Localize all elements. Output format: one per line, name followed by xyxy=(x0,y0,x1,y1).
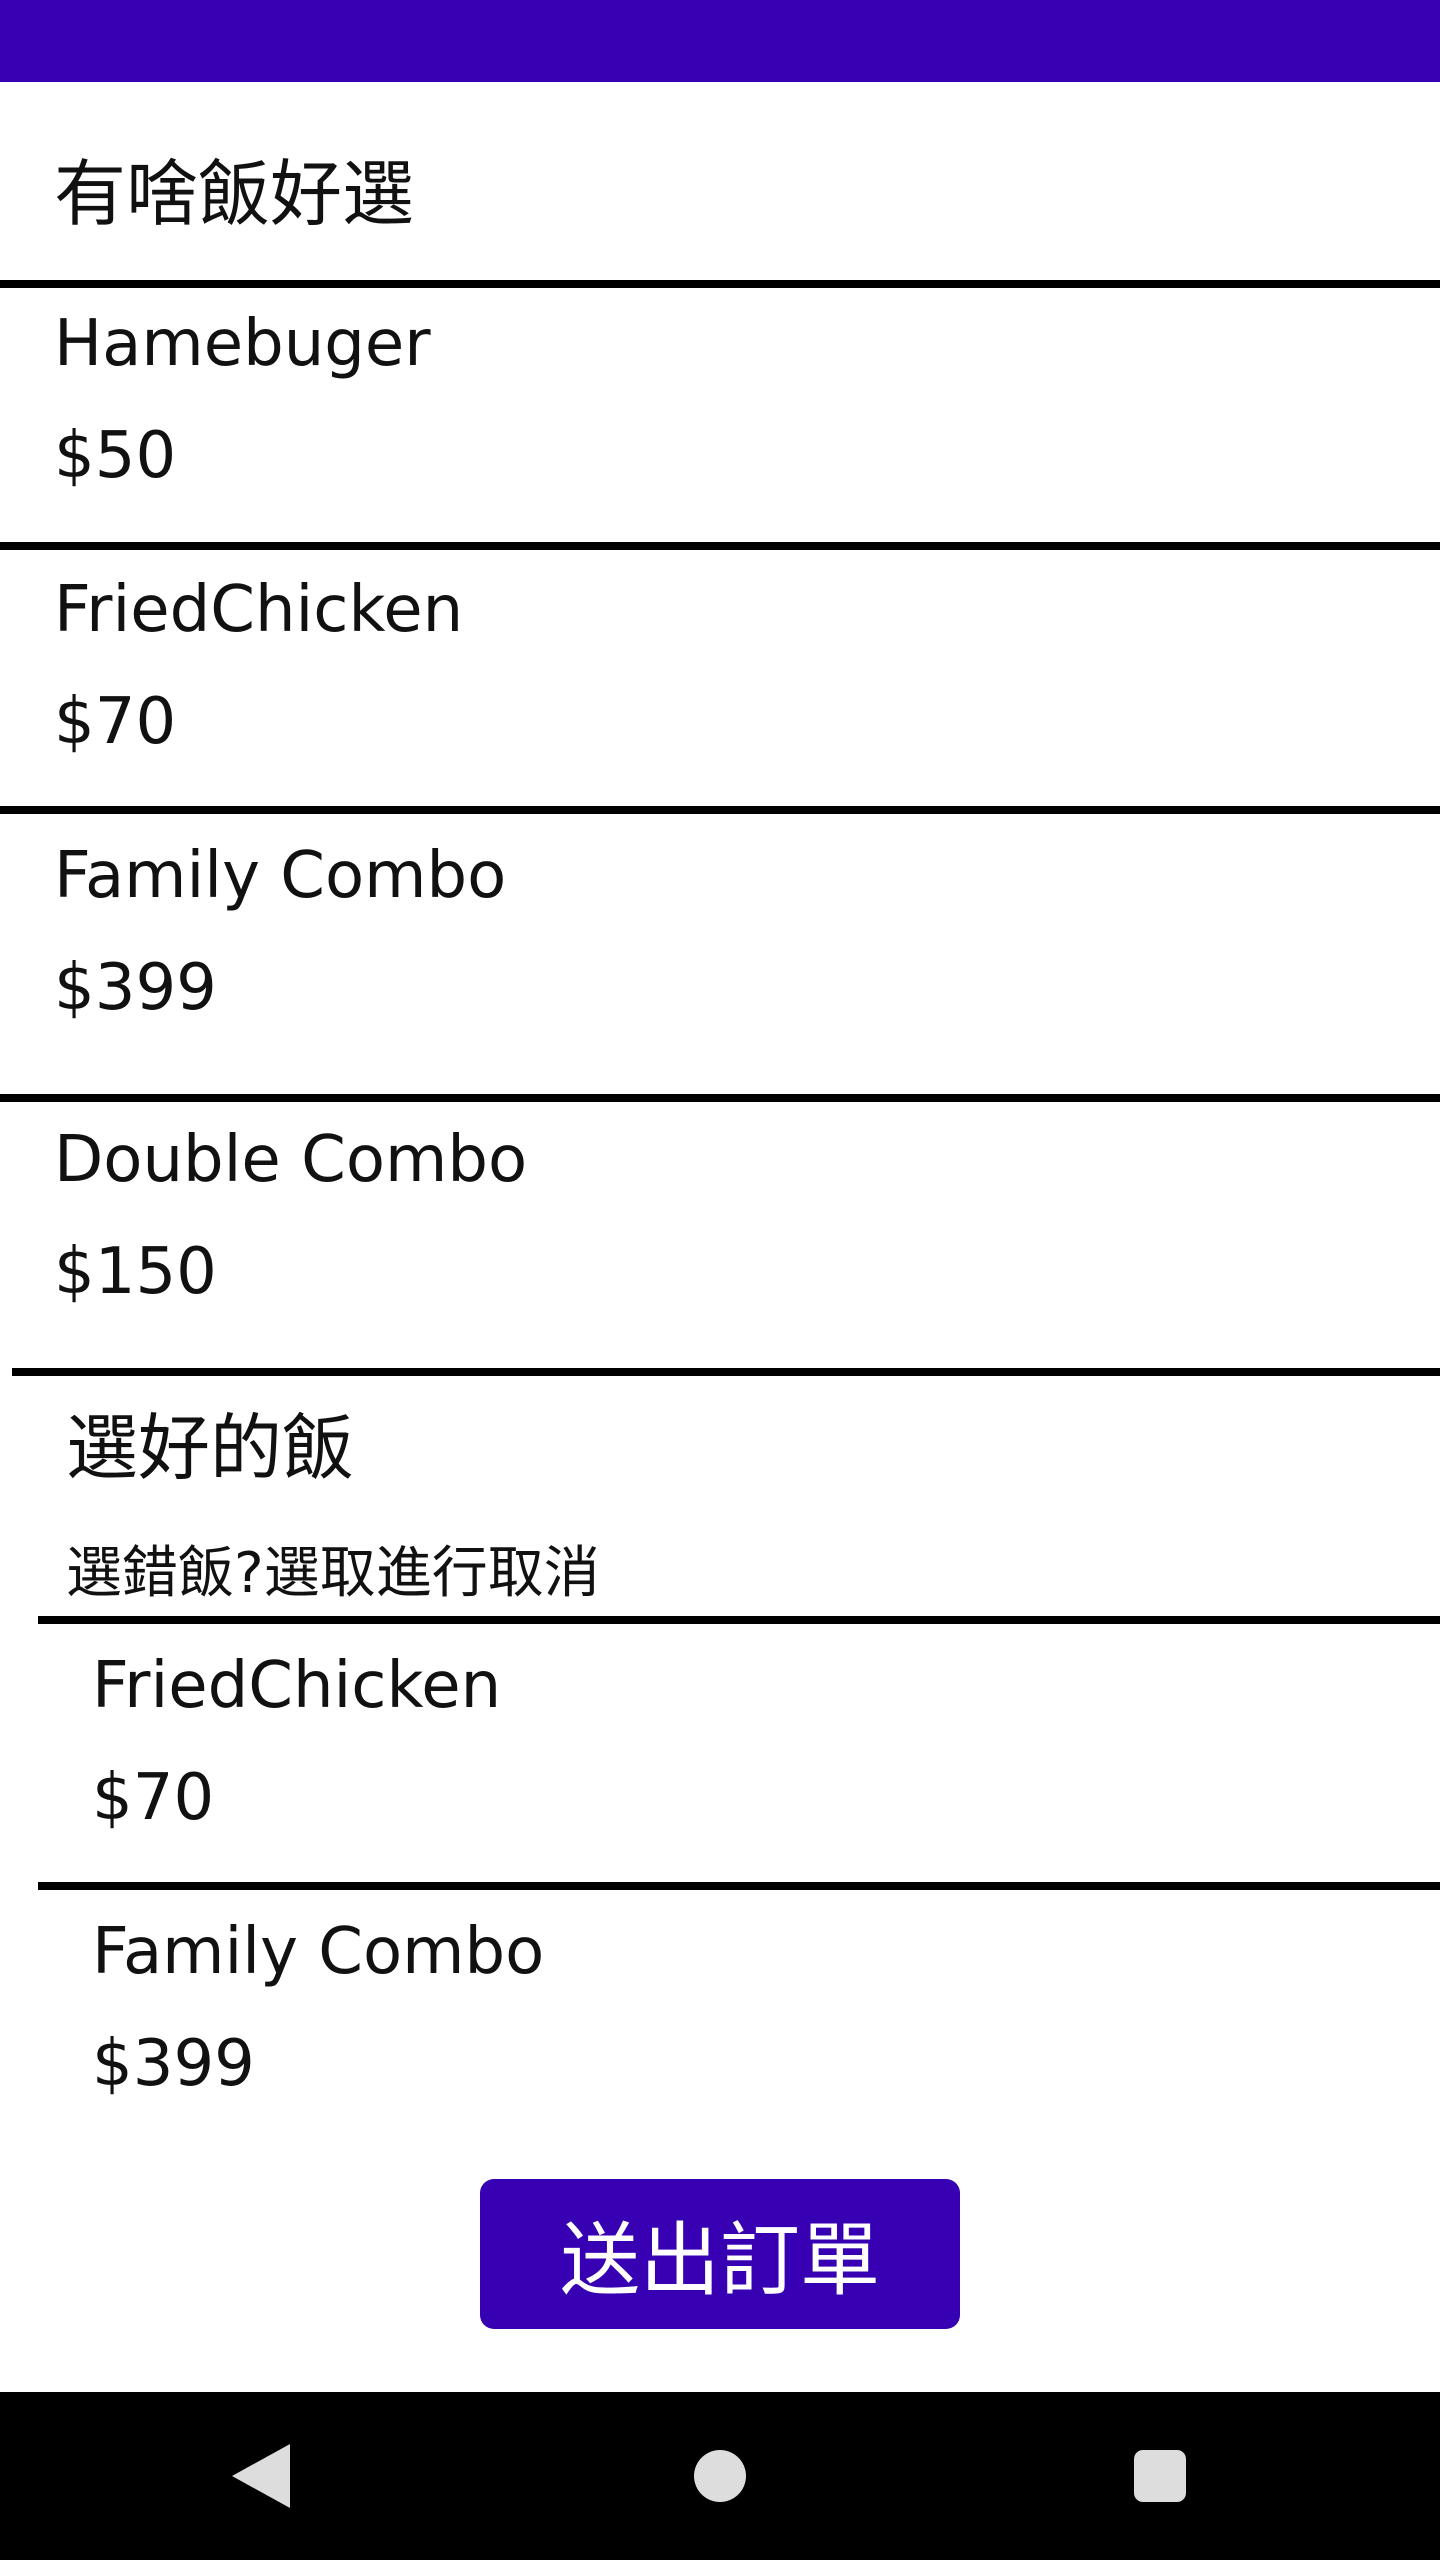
home-circle-icon xyxy=(694,2450,746,2502)
menu-item-price: $399 xyxy=(54,951,217,1025)
status-bar xyxy=(0,0,1440,82)
menu-item-name: Hamebuger xyxy=(54,307,431,381)
divider xyxy=(38,1882,1440,1890)
menu-item-name: Family Combo xyxy=(54,839,507,913)
menu-item-price: $50 xyxy=(54,419,177,493)
back-triangle-icon xyxy=(232,2444,290,2508)
selected-item-family-combo[interactable]: Family Combo $399 xyxy=(38,1890,1440,2140)
submit-order-button[interactable]: 送出訂單 xyxy=(480,2179,960,2329)
selected-item-price: $399 xyxy=(92,2027,255,2101)
back-button[interactable] xyxy=(162,2392,362,2560)
selected-item-fried-chicken[interactable]: FriedChicken $70 xyxy=(38,1624,1440,1882)
menu-item-name: FriedChicken xyxy=(54,573,464,647)
divider xyxy=(0,542,1440,550)
home-button[interactable] xyxy=(620,2392,820,2560)
menu-item-price: $70 xyxy=(54,685,177,759)
recents-square-icon xyxy=(1134,2450,1186,2502)
divider xyxy=(0,806,1440,814)
menu-item-price: $150 xyxy=(54,1235,217,1309)
selected-item-price: $70 xyxy=(92,1761,215,1835)
menu-title: 有啥飯好選 xyxy=(54,152,415,236)
navigation-bar xyxy=(0,2392,1440,2560)
menu-item-name: Double Combo xyxy=(54,1123,528,1197)
divider xyxy=(0,280,1440,288)
menu-item-double-combo[interactable]: Double Combo $150 xyxy=(0,1102,1440,1368)
divider xyxy=(38,1616,1440,1624)
menu-item-hamburger[interactable]: Hamebuger $50 xyxy=(0,288,1440,542)
cancel-hint: 選錯飯?選取進行取消 xyxy=(66,1541,600,1606)
recents-button[interactable] xyxy=(1060,2392,1260,2560)
selected-item-name: FriedChicken xyxy=(92,1649,502,1723)
selected-item-name: Family Combo xyxy=(92,1915,545,1989)
selected-title: 選好的飯 xyxy=(66,1406,355,1490)
menu-item-fried-chicken[interactable]: FriedChicken $70 xyxy=(0,550,1440,806)
menu-item-family-combo[interactable]: Family Combo $399 xyxy=(0,814,1440,1094)
divider xyxy=(12,1368,1440,1376)
divider xyxy=(0,1094,1440,1102)
